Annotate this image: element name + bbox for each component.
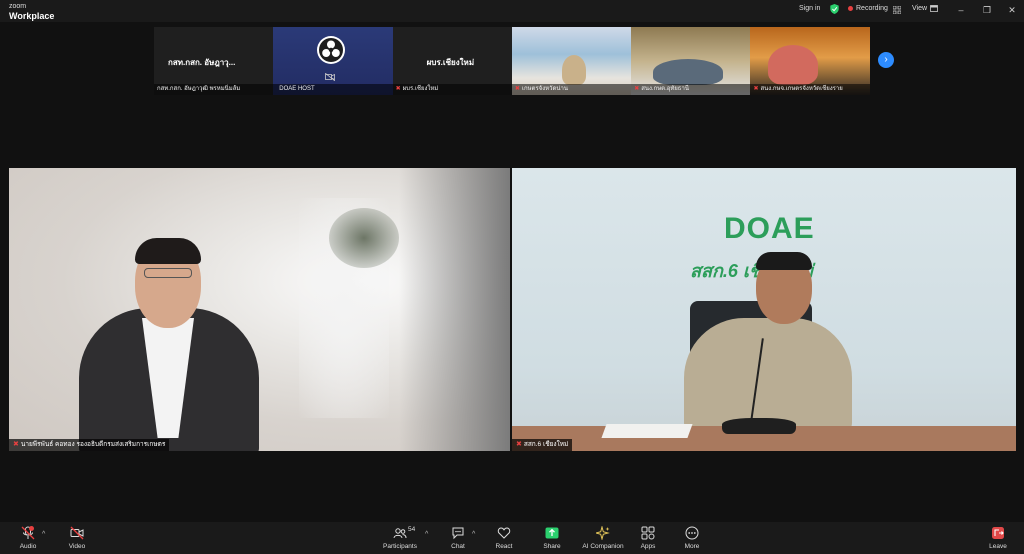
participant-tile[interactable]: ✖ เกษตรจังหวัดน่าน: [511, 27, 632, 95]
video-name-text: สสก.6 เชียงใหม่: [523, 441, 569, 448]
brand-workplace: Workplace: [9, 11, 55, 21]
camera-off-icon: [70, 526, 84, 540]
video-name-text: นายพีรพันธ์ คอทอง รองอธิบดีกรมส่งเสริมกา…: [20, 441, 166, 448]
chat-options-chevron-icon[interactable]: ^: [472, 531, 475, 538]
share-screen-icon: [545, 527, 559, 539]
heart-icon: [497, 527, 511, 539]
participant-video: [561, 55, 586, 85]
muted-mic-icon: ✖: [395, 86, 401, 92]
shield-icon[interactable]: [830, 4, 839, 14]
obs-logo-icon: [317, 36, 346, 64]
speaker-hair: [756, 252, 812, 270]
participant-tile[interactable]: ผบร.เชียงใหม่ ✖ ผบร.เชียงใหม่: [392, 27, 512, 95]
chat-icon: [452, 527, 464, 540]
participants-count-badge: 54: [408, 526, 416, 533]
participant-label-text: DOAE HOST: [279, 86, 315, 92]
participant-tile[interactable]: DOAE HOST: [273, 27, 393, 95]
camera-off-icon: [325, 73, 336, 81]
apps-icon: [641, 526, 655, 540]
muted-mic-icon: ✖: [514, 86, 520, 92]
participant-label: กสท.กสก. อัษฎาวุฒิ พรหมนิ่มส้ม: [154, 84, 274, 95]
speaker-body: [684, 318, 852, 433]
apps-label: Apps: [640, 543, 656, 550]
video-name-label: ✖ นายพีรพันธ์ คอทอง รองอธิบดีกรมส่งเสริม…: [9, 439, 170, 451]
view-layout-icon: [930, 5, 938, 12]
audio-options-chevron-icon[interactable]: ^: [42, 531, 45, 538]
more-button[interactable]: More: [667, 526, 717, 550]
close-window-button[interactable]: ✕: [1003, 3, 1021, 17]
participant-video: [653, 59, 724, 85]
leave-label: Leave: [989, 543, 1007, 550]
participants-icon: [393, 528, 407, 539]
view-button[interactable]: View: [912, 5, 938, 12]
meeting-toolbar: Audio ^ Video Participants 54 ^ Chat ^ R…: [0, 522, 1024, 554]
participant-label: ✖ ผบร.เชียงใหม่: [392, 84, 512, 95]
react-label: React: [495, 543, 513, 550]
video-label: Video: [68, 543, 86, 550]
participants-button[interactable]: Participants: [375, 526, 425, 550]
speaker-hair: [135, 238, 201, 264]
participant-tile[interactable]: ✖ สนง.กษต.อุทัยธานี: [631, 27, 751, 95]
speaker-glasses: [144, 268, 192, 278]
participant-label-text: สนง.กษต.อุทัยธานี: [641, 86, 689, 92]
more-label: More: [684, 543, 700, 550]
brand-zoom: zoom: [9, 3, 27, 10]
participants-label: Participants: [383, 543, 417, 550]
participant-label: ✖ สนง.กษต.อุทัยธานี: [631, 84, 751, 95]
participant-name-large: กสท.กสก. อัษฎาวุ...: [168, 58, 236, 67]
participants-options-chevron-icon[interactable]: ^: [425, 531, 428, 538]
participant-label: DOAE HOST: [273, 84, 393, 95]
recording-dot-icon: [848, 6, 853, 11]
minimize-button[interactable]: –: [952, 3, 970, 17]
leave-icon: [992, 527, 1004, 539]
background-blur: [399, 168, 510, 451]
audio-label: Audio: [19, 543, 37, 550]
participant-label: ✖ สนง.กษจ.เกษตรจังหวัดเชียงราย: [750, 84, 870, 95]
recording-label: Recording: [856, 5, 888, 12]
participant-label-text: สนง.กษจ.เกษตรจังหวัดเชียงราย: [760, 86, 843, 92]
participant-tile[interactable]: กสท.กสก. อัษฎาวุ... กสท.กสก. อัษฎาวุฒิ พ…: [154, 27, 274, 95]
muted-mic-icon: ✖: [13, 441, 19, 448]
grid-view-icon[interactable]: [893, 6, 901, 14]
sign-in-button[interactable]: Sign in: [799, 5, 820, 12]
share-label: Share: [543, 543, 561, 550]
title-bar: zoom Workplace Sign in Recording View – …: [0, 0, 1024, 22]
chat-button[interactable]: Chat: [433, 526, 483, 550]
more-icon: [685, 526, 699, 540]
leave-button[interactable]: Leave: [973, 526, 1023, 550]
participant-label: ✖ เกษตรจังหวัดน่าน: [511, 84, 632, 95]
muted-mic-icon: ✖: [516, 441, 522, 448]
papers: [601, 424, 693, 438]
microphone-muted-icon: [21, 526, 35, 540]
audio-button[interactable]: Audio: [3, 526, 53, 550]
apps-button[interactable]: Apps: [623, 526, 673, 550]
muted-mic-icon: ✖: [753, 86, 759, 92]
share-button[interactable]: Share: [527, 526, 577, 550]
muted-mic-icon: ✖: [634, 86, 640, 92]
wall-logo: DOAE: [724, 212, 815, 245]
video-tile-left[interactable]: ✖ นายพีรพันธ์ คอทอง รองอธิบดีกรมส่งเสริม…: [9, 168, 510, 451]
background-blur: [329, 208, 399, 268]
ai-companion-button[interactable]: AI Companion: [578, 526, 628, 550]
app-logo: zoom Workplace: [9, 3, 55, 21]
next-page-button[interactable]: ›: [878, 52, 894, 68]
sparkle-icon: [596, 526, 610, 540]
video-tile-right-active[interactable]: DOAE สสก.6 เชียงใหม่ ✖ สสก.6 เชียงใหม่: [512, 168, 1016, 451]
participant-video: [768, 45, 819, 85]
participant-label-text: กสท.กสก. อัษฎาวุฒิ พรหมนิ่มส้ม: [157, 86, 241, 92]
participant-strip: กสท.กสก. อัษฎาวุ... กสท.กสก. อัษฎาวุฒิ พ…: [154, 27, 870, 95]
view-label: View: [912, 5, 928, 12]
video-name-label: ✖ สสก.6 เชียงใหม่: [512, 439, 573, 451]
react-button[interactable]: React: [479, 526, 529, 550]
chat-label: Chat: [451, 543, 465, 550]
participant-label-text: ผบร.เชียงใหม่: [402, 86, 439, 92]
microphone-base: [722, 418, 796, 434]
ai-companion-label: AI Companion: [582, 543, 624, 550]
participant-label-text: เกษตรจังหวัดน่าน: [521, 86, 568, 92]
recording-indicator[interactable]: Recording: [848, 5, 888, 12]
participant-tile[interactable]: ✖ สนง.กษจ.เกษตรจังหวัดเชียงราย: [750, 27, 870, 95]
video-button[interactable]: Video: [52, 526, 102, 550]
restore-button[interactable]: ❐: [978, 3, 996, 17]
participant-name-large: ผบร.เชียงใหม่: [426, 58, 475, 67]
